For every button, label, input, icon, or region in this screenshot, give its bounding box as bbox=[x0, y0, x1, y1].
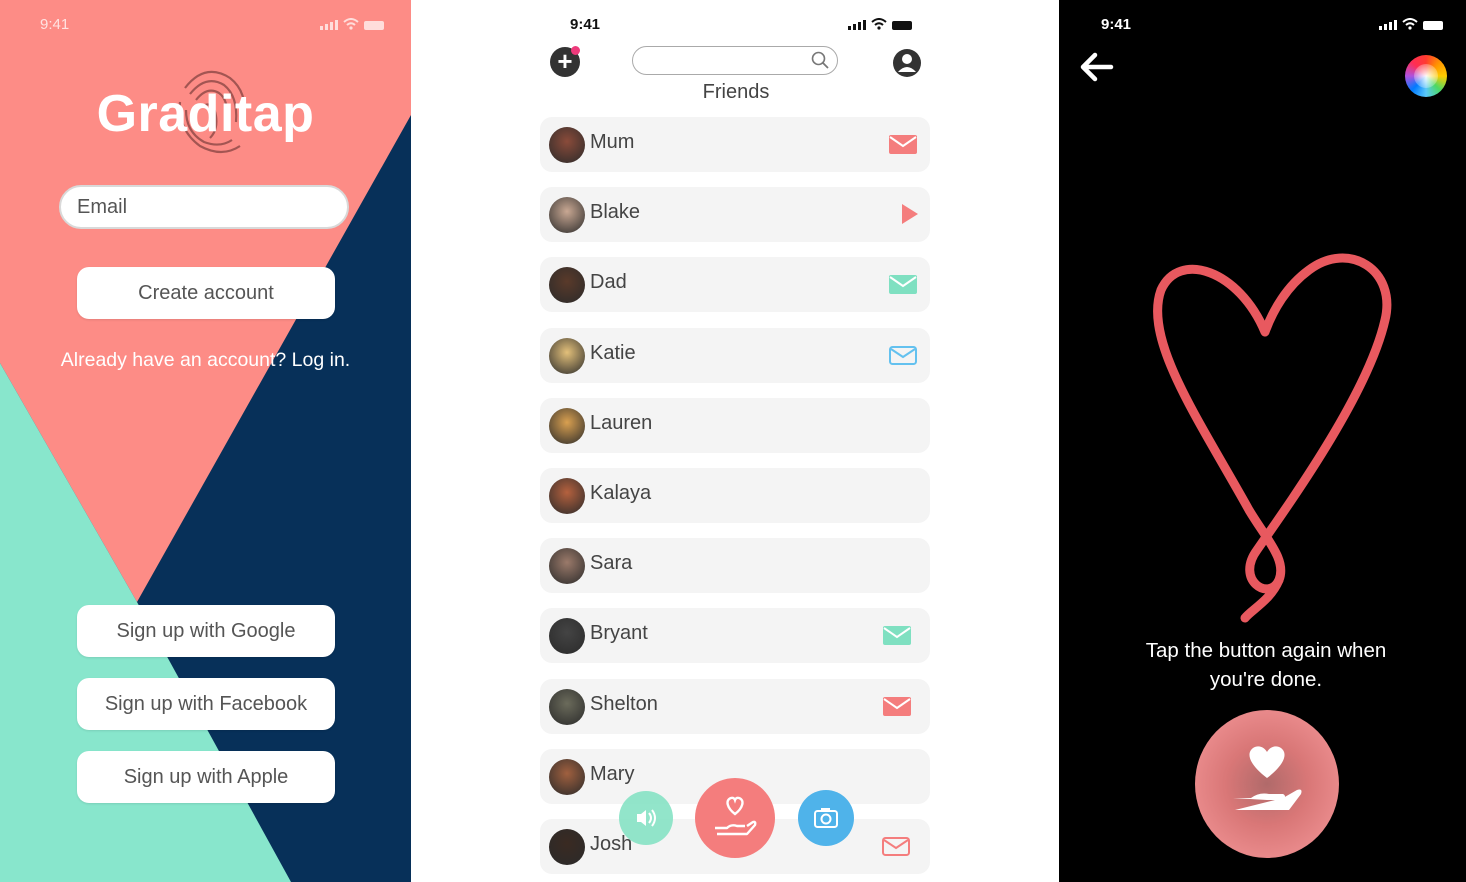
battery-icon bbox=[1423, 21, 1443, 30]
status-time: 9:41 bbox=[570, 16, 601, 33]
search-input[interactable] bbox=[632, 46, 838, 75]
draw-screen: 9:41 Tap the button again when you're do… bbox=[1059, 0, 1466, 882]
friend-row[interactable]: Shelton bbox=[540, 678, 930, 734]
friend-name: Kalaya bbox=[590, 482, 652, 504]
avatar bbox=[549, 618, 585, 655]
email-input[interactable] bbox=[61, 187, 347, 227]
friend-name: Mum bbox=[590, 131, 635, 153]
avatar bbox=[549, 688, 585, 725]
status-icons bbox=[1379, 18, 1443, 30]
friend-name: Lauren bbox=[590, 411, 653, 434]
avatar bbox=[549, 267, 585, 304]
status-icons bbox=[320, 18, 384, 30]
heart-hand-icon bbox=[1233, 746, 1302, 810]
friend-row[interactable]: Bryant bbox=[540, 608, 930, 664]
color-picker-icon[interactable] bbox=[1405, 55, 1447, 97]
speaker-icon bbox=[637, 809, 656, 827]
friend-name: Blake bbox=[590, 201, 641, 224]
battery-icon bbox=[364, 21, 384, 30]
mail-outline-icon[interactable] bbox=[888, 344, 918, 366]
back-arrow-icon[interactable] bbox=[1077, 48, 1115, 86]
avatar bbox=[549, 127, 585, 163]
heart-drawing bbox=[1153, 253, 1392, 623]
wifi-icon bbox=[343, 18, 359, 30]
friend-row[interactable]: Blake bbox=[540, 187, 930, 243]
avatar bbox=[549, 407, 585, 444]
signup-screen: 9:41 Graditap Create account Already hav… bbox=[0, 0, 411, 882]
play-icon[interactable] bbox=[897, 203, 927, 225]
status-time: 9:41 bbox=[40, 16, 70, 33]
google-signup-button[interactable]: Sign up with Google bbox=[77, 605, 335, 657]
status-time: 9:41 bbox=[1101, 16, 1132, 33]
heart-hand-icon bbox=[715, 796, 757, 836]
camera-button[interactable] bbox=[798, 790, 854, 846]
avatar bbox=[549, 548, 585, 585]
friend-name: Shelton bbox=[590, 692, 658, 715]
instruction-line-2: you're done. bbox=[1209, 668, 1323, 691]
mail-icon[interactable] bbox=[888, 133, 918, 155]
avatar bbox=[549, 829, 585, 865]
facebook-signup-button[interactable]: Sign up with Facebook bbox=[77, 678, 335, 730]
voice-button[interactable] bbox=[619, 791, 673, 845]
mail-icon[interactable] bbox=[882, 695, 912, 717]
friends-screen: 9:41 + Friends Mum Blake Dad Katie Lauren Kal… bbox=[540, 0, 940, 882]
mail-outline-icon[interactable] bbox=[881, 835, 911, 857]
profile-icon[interactable] bbox=[892, 48, 922, 78]
avatar bbox=[549, 337, 585, 374]
create-account-button[interactable]: Create account bbox=[77, 267, 335, 319]
friend-name: Katie bbox=[590, 341, 636, 364]
gratitude-button[interactable] bbox=[695, 778, 775, 858]
signal-icon bbox=[1379, 20, 1397, 30]
friend-name: Mary bbox=[590, 762, 635, 785]
instruction-line-1: Tap the button again when bbox=[1145, 639, 1387, 662]
friend-row[interactable]: Lauren bbox=[540, 397, 930, 453]
app-logo: Graditap bbox=[0, 60, 411, 160]
mail-icon[interactable] bbox=[882, 624, 912, 646]
done-button[interactable] bbox=[1195, 710, 1339, 858]
mail-icon[interactable] bbox=[888, 273, 918, 295]
apple-signup-button[interactable]: Sign up with Apple bbox=[77, 751, 335, 803]
battery-icon bbox=[892, 21, 912, 30]
signal-icon bbox=[320, 20, 338, 30]
friend-row[interactable]: Katie bbox=[540, 327, 930, 383]
page-title: Friends bbox=[702, 81, 770, 103]
friend-name: Dad bbox=[590, 271, 627, 294]
camera-icon bbox=[814, 808, 838, 828]
status-icons bbox=[848, 18, 912, 30]
instruction-text: Tap the button again when you're done. bbox=[1099, 636, 1433, 694]
notification-dot bbox=[571, 46, 580, 55]
avatar bbox=[549, 197, 585, 234]
signal-icon bbox=[848, 20, 866, 30]
app-title: Graditap bbox=[96, 85, 315, 143]
friend-row[interactable]: Kalaya bbox=[540, 468, 930, 523]
friend-name: Sara bbox=[590, 552, 633, 575]
friend-row[interactable]: Mum bbox=[540, 117, 930, 172]
email-field[interactable] bbox=[59, 185, 349, 229]
friend-row[interactable]: Sara bbox=[540, 538, 930, 594]
avatar bbox=[549, 478, 585, 514]
wifi-icon bbox=[1402, 18, 1418, 30]
login-link[interactable]: Already have an account? Log in. bbox=[0, 349, 411, 372]
avatar bbox=[549, 758, 585, 795]
wifi-icon bbox=[871, 18, 887, 30]
friend-row[interactable]: Dad bbox=[540, 257, 930, 313]
friend-name: Bryant bbox=[590, 622, 648, 645]
search-icon bbox=[811, 51, 829, 69]
